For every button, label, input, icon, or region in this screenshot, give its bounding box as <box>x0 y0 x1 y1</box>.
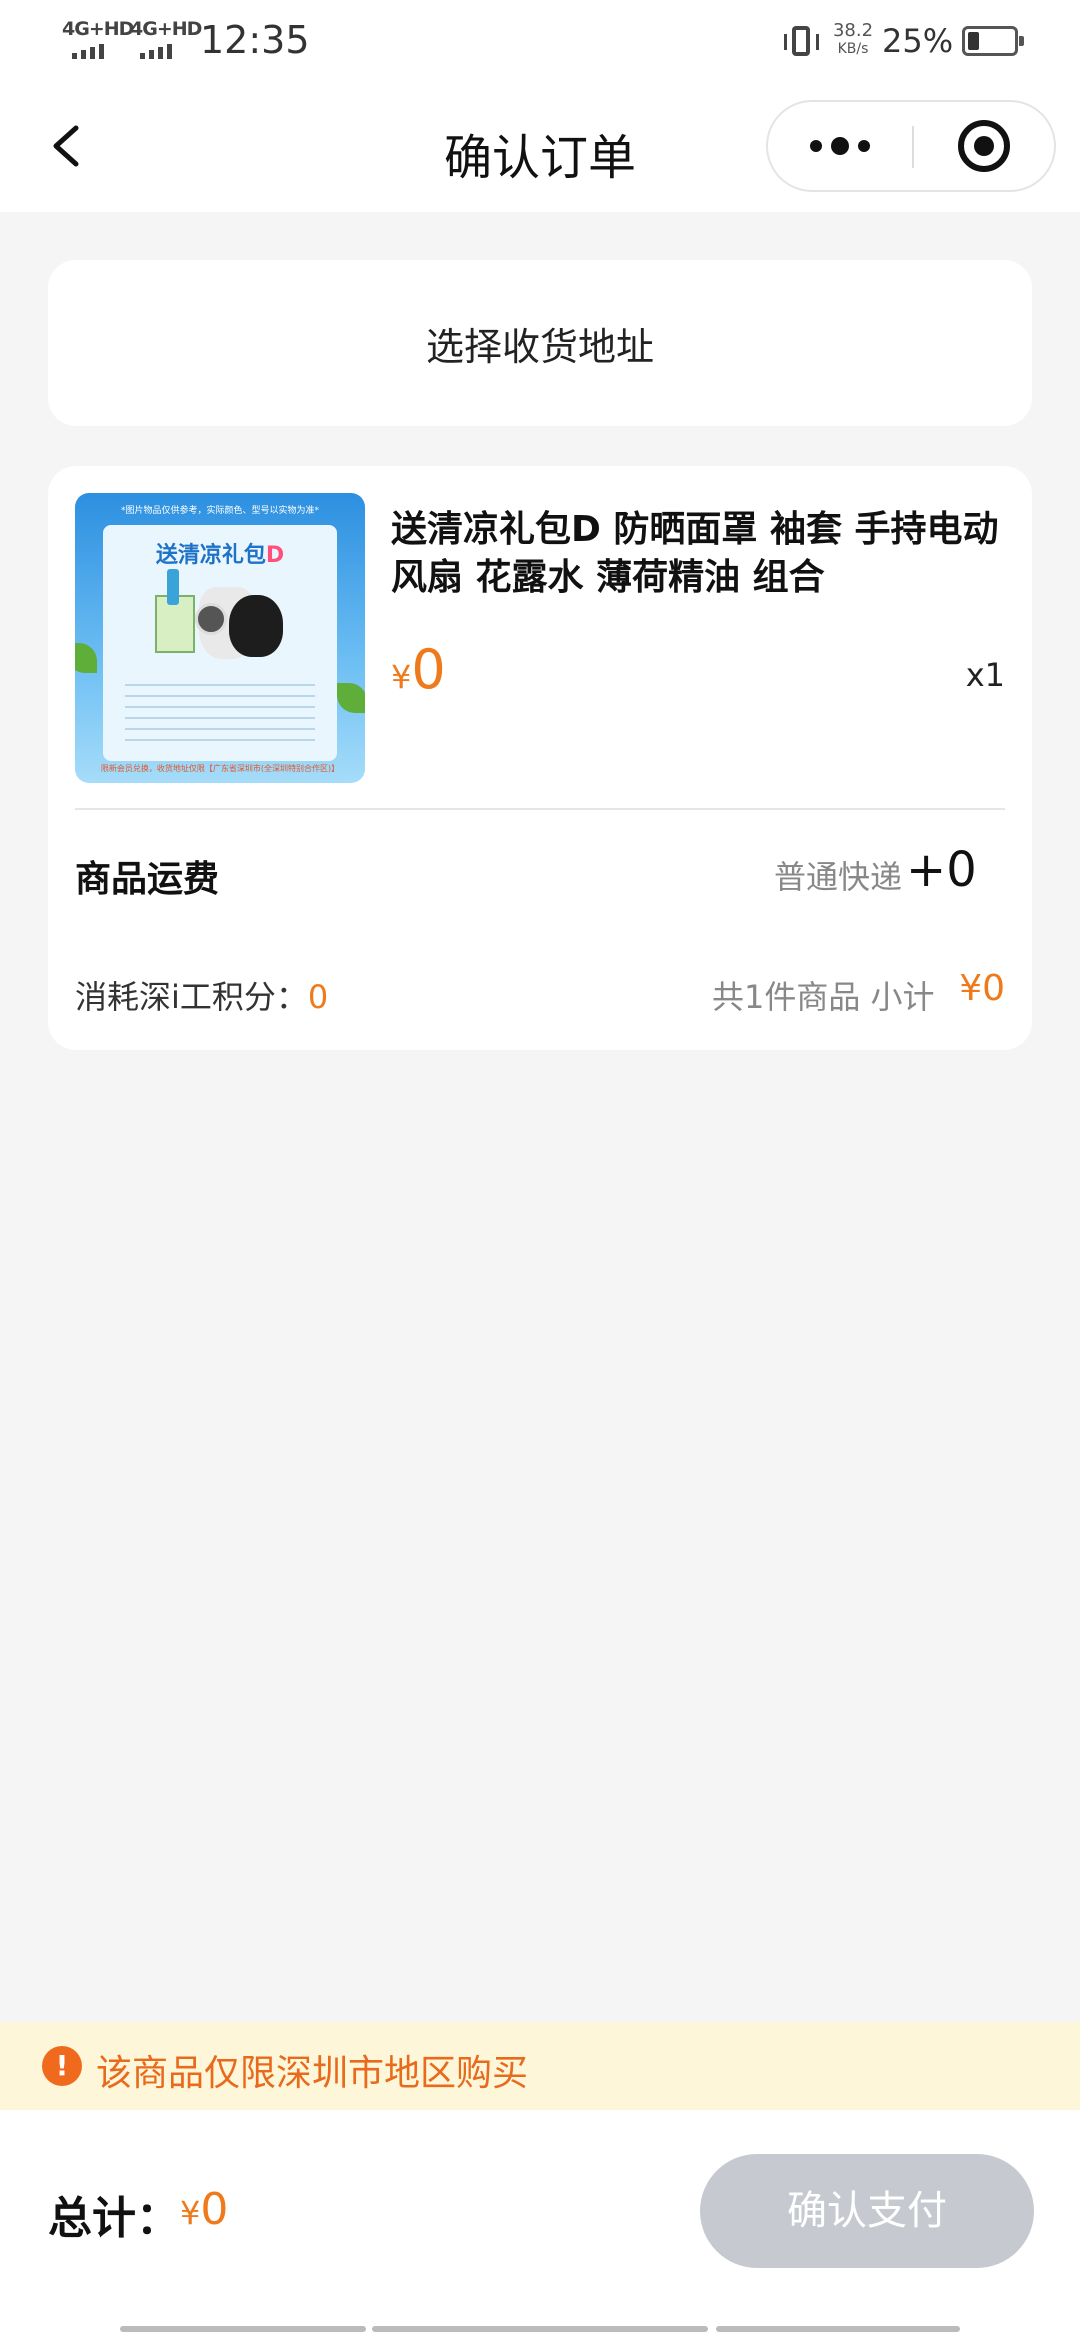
checkout-footer: 总计： ¥0 确认支付 <box>0 2110 1080 2340</box>
more-dots-icon <box>810 140 822 152</box>
nav-bar: 确认订单 <box>0 84 1080 212</box>
order-card: *图片物品仅供参考，实际颜色、型号以实物为准* 送清凉礼包D 限新会员兑换，收货… <box>48 466 1032 1050</box>
total-value: ¥0 <box>180 2184 229 2235</box>
total-label: 总计： <box>48 2193 180 2244</box>
battery-percent: 25% <box>882 22 954 60</box>
close-mini-program-button[interactable] <box>914 102 1054 190</box>
status-time: 12:35 <box>200 18 310 62</box>
shipping-fee: +0 <box>906 842 977 898</box>
battery-icon <box>962 26 1024 56</box>
target-circle-icon <box>958 120 1010 172</box>
more-button[interactable] <box>768 102 912 190</box>
region-notice: ! 该商品仅限深圳市地区购买 <box>0 2022 1080 2110</box>
region-notice-text: 该商品仅限深圳市地区购买 <box>96 2053 529 2094</box>
points-cost: 消耗深i工积分：0 <box>75 978 329 1016</box>
network-speed: 38.2 KB/s <box>832 20 874 58</box>
subtotal-label: 共1件商品 小计 <box>712 978 935 1016</box>
shipping-method: 普通快递 <box>774 858 903 896</box>
network-type-label: 4G+HD <box>62 18 134 40</box>
product-name: 送清凉礼包D 防晒面罩 袖套 手持电动风扇 花露水 薄荷精油 组合 <box>391 509 999 598</box>
home-indicator <box>120 2326 366 2332</box>
page: 4G+HD 4G+HD 12:35 38.2 KB/s 25% 确认订单 选择收… <box>0 0 1080 2340</box>
thumbnail-footer-note: 限新会员兑换，收货地址仅限【广东省深圳市(全深圳特别合作区)】 <box>100 764 340 773</box>
signal-icon: 4G+HD <box>130 18 202 62</box>
thumbnail-title: 送清凉礼包D <box>155 543 285 568</box>
select-address-label: 选择收货地址 <box>425 324 654 369</box>
signal-icon: 4G+HD <box>62 18 134 62</box>
select-address-card[interactable]: 选择收货地址 <box>48 260 1032 426</box>
exclamation-icon: ! <box>42 2046 82 2086</box>
thumbnail-top-note: *图片物品仅供参考，实际颜色、型号以实物为准* <box>120 506 319 516</box>
status-bar: 4G+HD 4G+HD 12:35 38.2 KB/s 25% <box>0 0 1080 84</box>
subtotal-value: ¥0 <box>959 968 1005 1009</box>
product-price: ¥0 <box>391 638 446 701</box>
home-indicator <box>716 2326 960 2332</box>
home-indicator <box>372 2326 708 2332</box>
divider <box>75 808 1005 810</box>
confirm-pay-button[interactable]: 确认支付 <box>700 2154 1034 2268</box>
mini-program-capsule <box>766 100 1056 192</box>
product-quantity: x1 <box>965 656 1005 694</box>
shipping-label: 商品运费 <box>75 859 220 900</box>
vibrate-icon <box>782 24 822 60</box>
network-type-label: 4G+HD <box>130 18 202 40</box>
product-thumbnail[interactable]: *图片物品仅供参考，实际颜色、型号以实物为准* 送清凉礼包D 限新会员兑换，收货… <box>75 493 365 783</box>
